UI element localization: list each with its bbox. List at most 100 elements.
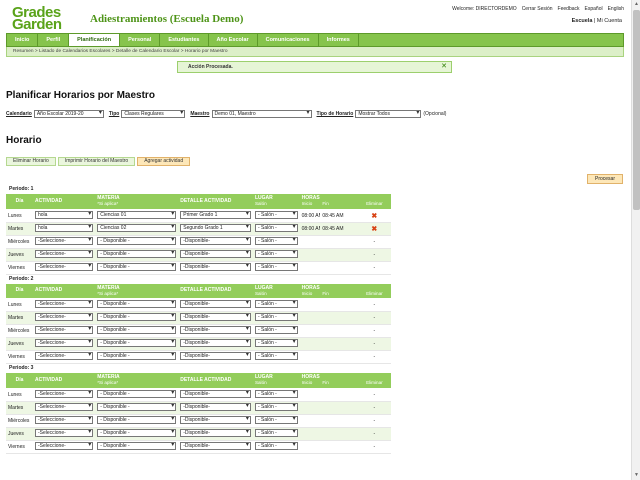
room-select[interactable]: - Salón - — [254, 236, 298, 245]
room-select[interactable]: - Salón - — [254, 223, 298, 232]
detail-select[interactable]: -Disponible- — [180, 262, 251, 271]
nav-item-perfil[interactable]: Perfil — [38, 34, 70, 46]
logout-link[interactable]: Cerrar Sesión — [522, 6, 553, 12]
activity-select[interactable]: -Seleccione- — [34, 262, 94, 271]
tipo-select[interactable]: Clases Regulares — [121, 110, 186, 118]
activity-select[interactable]: -Seleccione- — [34, 415, 94, 424]
subject-select[interactable]: - Disponible - — [97, 236, 177, 245]
activity-select[interactable]: hola — [34, 223, 94, 232]
eliminar-header-text: Eliminar — [366, 201, 383, 207]
detail-select[interactable]: -Disponible- — [180, 415, 251, 424]
detail-select[interactable]: -Disponible- — [180, 300, 251, 308]
school-link[interactable]: Escuela — [572, 18, 593, 24]
subject-select[interactable]: - Disponible - — [97, 441, 177, 450]
delete-icon[interactable]: ✖ — [371, 226, 377, 233]
detail-select[interactable]: -Disponible- — [180, 389, 251, 398]
subject-select-cell: Ciencias 02 — [95, 222, 179, 236]
detail-select-cell: -Disponible- — [178, 324, 253, 338]
feedback-link[interactable]: Feedback — [558, 6, 580, 12]
scroll-up-icon[interactable]: ▲ — [632, 0, 640, 9]
scroll-down-icon[interactable]: ▼ — [632, 471, 640, 480]
room-select[interactable]: - Salón - — [254, 262, 298, 271]
detail-select[interactable]: -Disponible- — [180, 249, 251, 258]
detail-select[interactable]: -Disponible- — [180, 402, 251, 411]
activity-select[interactable]: -Seleccione- — [34, 236, 94, 245]
grades-garden-logo[interactable]: Grades Garden — [6, 4, 86, 32]
subject-select[interactable]: - Disponible - — [97, 415, 177, 424]
room-select[interactable]: - Salón - — [254, 300, 298, 308]
subject-select[interactable]: - Disponible - — [97, 402, 177, 411]
detail-select[interactable]: -Disponible- — [180, 352, 251, 360]
detail-select[interactable]: -Disponible- — [180, 339, 251, 347]
page-scrollbar[interactable]: ▲ ▼ — [631, 0, 640, 480]
activity-select[interactable]: -Seleccione- — [34, 313, 94, 321]
activity-select[interactable]: hola — [34, 210, 94, 219]
subject-select[interactable]: - Disponible - — [97, 352, 177, 360]
subject-select[interactable]: - Disponible - — [97, 428, 177, 437]
room-select[interactable]: - Salón - — [254, 402, 298, 411]
spanish-link[interactable]: Español — [585, 6, 603, 12]
nav-item-ano-escolar[interactable]: Año Escolar — [209, 34, 258, 46]
detail-select[interactable]: -Disponible- — [180, 441, 251, 450]
detail-select[interactable]: -Disponible- — [180, 326, 251, 334]
activity-select[interactable]: -Seleccione- — [34, 326, 94, 334]
nav-item-planificacion[interactable]: Planificación — [69, 34, 121, 46]
detail-select[interactable]: Segundo Grado 1 — [180, 223, 251, 232]
room-select[interactable]: - Salón - — [254, 249, 298, 258]
room-select-cell: - Salón - — [252, 337, 300, 351]
subject-select[interactable]: Ciencias 01 — [97, 210, 177, 219]
delete-cell-cell: - — [357, 337, 391, 351]
activity-select[interactable]: -Seleccione- — [34, 428, 94, 437]
activity-select[interactable]: -Seleccione- — [34, 339, 94, 347]
activity-select[interactable]: -Seleccione- — [34, 352, 94, 360]
activity-select[interactable]: -Seleccione- — [34, 441, 94, 450]
detail-select[interactable]: -Disponible- — [180, 428, 251, 437]
nav-item-informes[interactable]: Informes — [319, 34, 359, 46]
room-select[interactable]: - Salón - — [254, 428, 298, 437]
subject-select[interactable]: Ciencias 02 — [97, 223, 177, 232]
subject-select[interactable]: - Disponible - — [97, 313, 177, 321]
nav-item-inicio[interactable]: Inicio — [7, 34, 39, 46]
subject-select[interactable]: - Disponible - — [97, 339, 177, 347]
my-account-link[interactable]: Mi Cuenta — [597, 18, 622, 24]
add-activity-button[interactable]: Agregar actividad — [137, 157, 191, 166]
calendario-select[interactable]: Año Escolar 2019-20 — [33, 110, 104, 118]
subject-select[interactable]: - Disponible - — [97, 326, 177, 334]
subject-select[interactable]: - Disponible - — [97, 300, 177, 308]
room-select[interactable]: - Salón - — [254, 415, 298, 424]
room-select[interactable]: - Salón - — [254, 441, 298, 450]
activity-select[interactable]: -Seleccione- — [34, 249, 94, 258]
no-delete-dash: - — [373, 443, 376, 450]
nav-item-estudiantes[interactable]: Estudiantes — [160, 34, 209, 46]
room-select[interactable]: - Salón - — [254, 313, 298, 321]
table-header: Día ACTIVIDAD MATERIA *Si aplica* DETALLE AC… — [6, 194, 391, 210]
activity-select[interactable]: -Seleccione- — [34, 300, 94, 308]
activity-select[interactable]: -Seleccione- — [34, 402, 94, 411]
nav-item-comunicaciones[interactable]: Comunicaciones — [258, 34, 319, 46]
room-select[interactable]: - Salón - — [254, 352, 298, 360]
table-row: MartesholaCiencias 02Segundo Grado 1- Sa… — [6, 222, 391, 236]
subject-select[interactable]: - Disponible - — [97, 389, 177, 398]
detail-select[interactable]: -Disponible- — [180, 313, 251, 321]
breadcrumb[interactable]: Resumen > Listado de Calendarios Escolar… — [6, 47, 624, 57]
detail-select[interactable]: Primer Grado 1 — [180, 210, 251, 219]
english-link[interactable]: English — [608, 6, 624, 12]
room-select[interactable]: - Salón - — [254, 326, 298, 334]
detail-select-cell: -Disponible- — [178, 388, 253, 402]
process-button[interactable]: Procesar — [587, 174, 624, 184]
detail-select[interactable]: -Disponible- — [180, 236, 251, 245]
close-icon[interactable]: ✕ — [441, 62, 447, 72]
delete-icon[interactable]: ✖ — [371, 213, 377, 220]
print-schedule-button[interactable]: Imprimir Horario del Maestro — [57, 157, 136, 166]
tipo-horario-select[interactable]: Mostrar Todos — [355, 110, 422, 118]
room-select[interactable]: - Salón - — [254, 210, 298, 219]
delete-schedule-button[interactable]: Eliminar Horario — [6, 157, 56, 166]
activity-select[interactable]: -Seleccione- — [34, 389, 94, 398]
maestro-select[interactable]: Demo 01, Maestro — [211, 110, 312, 118]
room-select[interactable]: - Salón - — [254, 389, 298, 398]
nav-item-personal[interactable]: Personal — [120, 34, 161, 46]
room-select[interactable]: - Salón - — [254, 339, 298, 347]
subject-select[interactable]: - Disponible - — [97, 262, 177, 271]
subject-select[interactable]: - Disponible - — [97, 249, 177, 258]
scrollbar-thumb[interactable] — [633, 10, 640, 210]
